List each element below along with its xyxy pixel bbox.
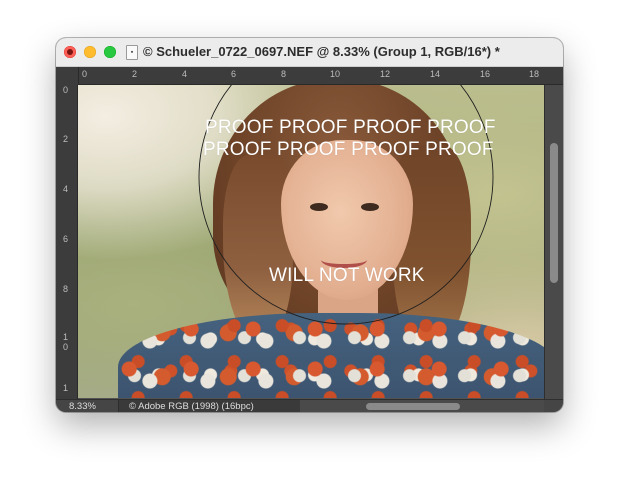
document-profile[interactable]: © Adobe RGB (1998) (16bpc) ›: [118, 400, 353, 412]
horizontal-scroll-thumb[interactable]: [366, 403, 460, 410]
ruler-label: 1: [63, 332, 69, 342]
ruler-label: 0: [63, 342, 69, 352]
horizontal-ruler[interactable]: 0 2 4 6 8 10 12 14 16 18: [56, 67, 563, 85]
ruler-label: 8: [281, 69, 287, 79]
vertical-ruler[interactable]: 0 2 4 6 8 1 0 1: [56, 85, 78, 399]
ruler-label: 1: [63, 383, 69, 393]
document-proxy-icon[interactable]: ▪: [126, 45, 138, 60]
ruler-label: 2: [63, 134, 69, 144]
ruler-label: 8: [63, 284, 69, 294]
ruler-label: 6: [63, 234, 69, 244]
horizontal-scrollbar[interactable]: [300, 400, 544, 412]
ruler-label: 18: [529, 69, 540, 79]
color-profile-text: © Adobe RGB (1998) (16bpc): [129, 401, 254, 412]
document-window: ▪ © Schueler_0722_0697.NEF @ 8.33% (Grou…: [56, 38, 563, 412]
ruler-label: 4: [182, 69, 188, 79]
ruler-label: 12: [380, 69, 391, 79]
ruler-label: 0: [63, 85, 69, 95]
ruler-origin[interactable]: [56, 67, 79, 86]
proof-watermark-line-1: PROOF PROOF PROOF PROOF: [205, 117, 496, 138]
ruler-label: 16: [480, 69, 491, 79]
ruler-label: 4: [63, 184, 69, 194]
zoom-level[interactable]: 8.33%: [69, 401, 96, 412]
ruler-label: 6: [231, 69, 237, 79]
proof-watermark-line-2: PROOF PROOF PROOF PROOF: [203, 139, 494, 160]
will-not-work-text: WILL NOT WORK: [269, 265, 425, 286]
title-bar[interactable]: ▪ © Schueler_0722_0697.NEF @ 8.33% (Grou…: [56, 38, 563, 67]
minimize-window-button[interactable]: [84, 46, 96, 58]
document-canvas[interactable]: PROOF PROOF PROOF PROOF PROOF PROOF PROO…: [78, 85, 544, 398]
ruler-label: 10: [330, 69, 341, 79]
vertical-scrollbar[interactable]: [544, 85, 563, 399]
ruler-label: 2: [132, 69, 138, 79]
maximize-window-button[interactable]: [104, 46, 116, 58]
ruler-label: 14: [430, 69, 441, 79]
vertical-scroll-thumb[interactable]: [550, 143, 558, 283]
window-title: © Schueler_0722_0697.NEF @ 8.33% (Group …: [143, 44, 500, 59]
ruler-label: 0: [82, 69, 88, 79]
close-window-button[interactable]: [64, 46, 76, 58]
status-bar: 8.33% © Adobe RGB (1998) (16bpc) ›: [56, 399, 563, 412]
close-icon: [67, 49, 73, 55]
